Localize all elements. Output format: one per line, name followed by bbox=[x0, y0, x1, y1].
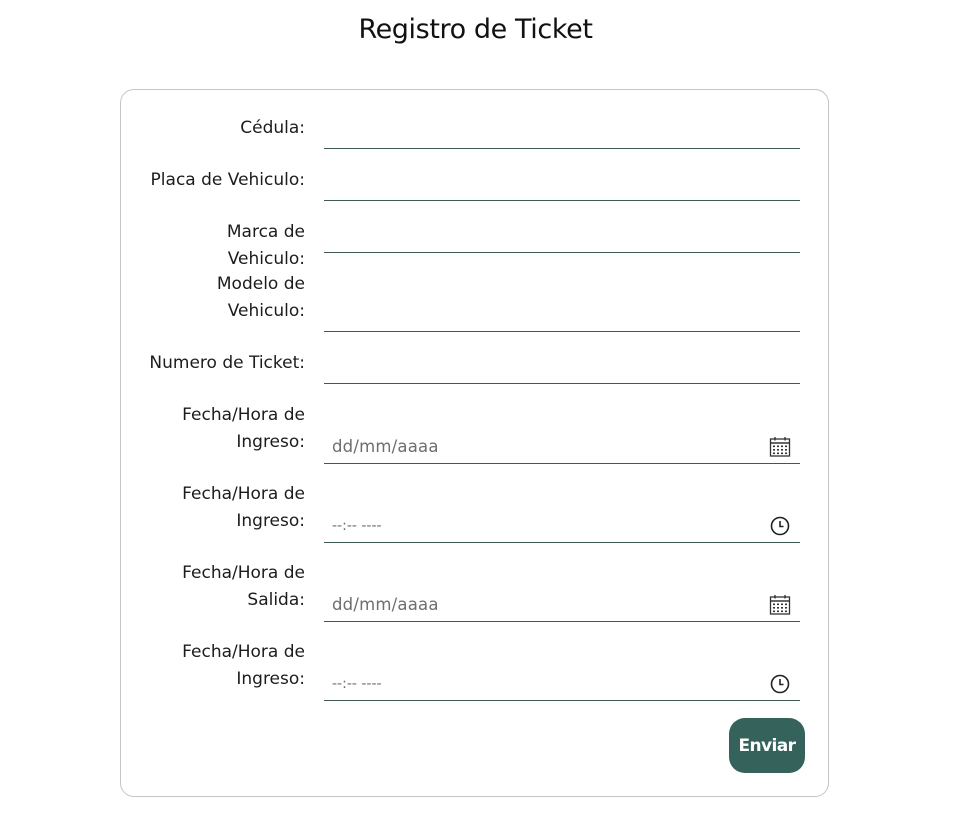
exit-date-placeholder: dd/mm/aaaa bbox=[332, 595, 439, 614]
modelo-label: Modelo de Vehiculo: bbox=[216, 274, 305, 321]
clock-icon[interactable] bbox=[769, 673, 791, 695]
placa-field-wrapper bbox=[324, 169, 800, 201]
exit-time-input[interactable]: --:-- ---- bbox=[324, 669, 800, 701]
entry-time-input[interactable]: --:-- ---- bbox=[324, 511, 800, 543]
marca-field-wrapper bbox=[324, 221, 800, 253]
entry-date-label: Fecha/Hora de Ingreso: bbox=[182, 405, 305, 452]
ticket-form: Cédula: Placa de Vehiculo: Marca de Vehi… bbox=[120, 89, 829, 797]
page-title: Registro de Ticket bbox=[358, 14, 593, 45]
cedula-field-wrapper bbox=[324, 117, 800, 149]
placa-input[interactable] bbox=[324, 169, 800, 200]
modelo-input[interactable] bbox=[324, 300, 800, 331]
exit-date-input[interactable]: dd/mm/aaaa bbox=[324, 590, 800, 622]
ticket-number-label: Numero de Ticket: bbox=[149, 353, 305, 373]
calendar-icon[interactable] bbox=[769, 594, 791, 616]
marca-input[interactable] bbox=[324, 221, 800, 252]
placa-label: Placa de Vehiculo: bbox=[150, 170, 305, 190]
entry-time-label: Fecha/Hora de Ingreso: bbox=[182, 484, 305, 531]
submit-button[interactable]: Enviar bbox=[729, 718, 805, 773]
entry-time-placeholder: --:-- ---- bbox=[332, 518, 382, 534]
ticket-number-input[interactable] bbox=[324, 352, 800, 383]
entry-date-input[interactable]: dd/mm/aaaa bbox=[324, 432, 800, 464]
exit-time-placeholder: --:-- ---- bbox=[332, 676, 382, 692]
calendar-icon[interactable] bbox=[769, 436, 791, 458]
entry-date-placeholder: dd/mm/aaaa bbox=[332, 437, 439, 456]
marca-label: Marca de Vehiculo: bbox=[226, 222, 305, 269]
clock-icon[interactable] bbox=[769, 515, 791, 537]
cedula-label: Cédula: bbox=[240, 118, 305, 138]
ticket-number-field-wrapper bbox=[324, 352, 800, 384]
cedula-input[interactable] bbox=[324, 117, 800, 148]
exit-date-label: Fecha/Hora de Salida: bbox=[182, 563, 305, 610]
modelo-field-wrapper bbox=[324, 300, 800, 332]
exit-time-label: Fecha/Hora de Ingreso: bbox=[182, 642, 305, 689]
